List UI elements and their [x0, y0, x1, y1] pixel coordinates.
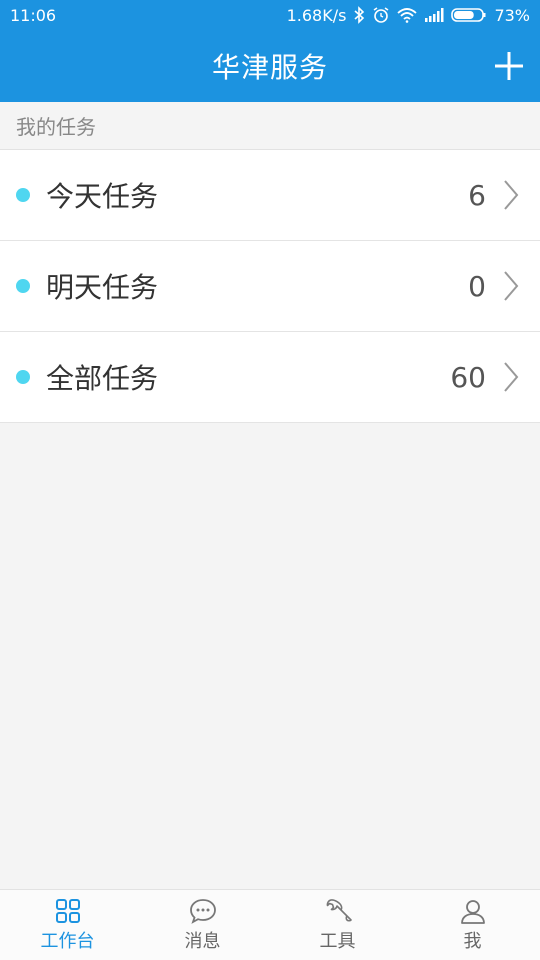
- bottom-tab-bar: 工作台 消息 工具 我: [0, 889, 540, 960]
- status-dot: [16, 188, 30, 202]
- battery-icon: [451, 8, 486, 22]
- tab-workbench[interactable]: 工作台: [0, 890, 135, 960]
- network-speed: 1.68K/s: [286, 5, 347, 25]
- chat-bubble-icon: [189, 899, 216, 924]
- section-header: 我的任务: [0, 102, 540, 150]
- status-time: 11:06: [10, 5, 57, 25]
- page-title: 华津服务: [211, 51, 328, 84]
- task-row-all[interactable]: 全部任务 60: [0, 332, 540, 423]
- battery-percent: 73%: [494, 5, 530, 25]
- task-row-tomorrow[interactable]: 明天任务 0: [0, 241, 540, 332]
- person-icon: [460, 900, 485, 924]
- task-list: 今天任务 6 明天任务 0 全部任务 60: [0, 150, 540, 423]
- task-count: 0: [468, 269, 486, 303]
- section-title: 我的任务: [16, 115, 96, 139]
- tab-tools[interactable]: 工具: [270, 890, 405, 960]
- alarm-icon: [373, 7, 389, 23]
- status-bar: 11:06 1.68K/s 73%: [0, 0, 540, 30]
- tab-label: 工具: [319, 931, 356, 952]
- tab-me[interactable]: 我: [405, 890, 540, 960]
- tab-messages[interactable]: 消息: [135, 890, 270, 960]
- task-count: 6: [468, 178, 486, 212]
- tab-label: 我: [463, 931, 482, 952]
- tab-label: 消息: [184, 931, 221, 952]
- app-bar: 华津服务: [0, 30, 540, 102]
- chevron-right-icon: [504, 180, 519, 210]
- status-dot: [16, 279, 30, 293]
- status-dot: [16, 370, 30, 384]
- chevron-right-icon: [504, 271, 519, 301]
- chevron-right-icon: [504, 362, 519, 392]
- add-button[interactable]: [492, 49, 526, 83]
- status-indicators: 1.68K/s 73%: [287, 6, 530, 25]
- task-count: 60: [450, 360, 486, 394]
- task-label: 今天任务: [46, 180, 159, 213]
- task-row-today[interactable]: 今天任务 6: [0, 150, 540, 241]
- signal-icon: [425, 8, 444, 22]
- wifi-icon: [397, 8, 418, 23]
- tab-label: 工作台: [40, 931, 95, 952]
- bluetooth-icon: [354, 6, 365, 24]
- wrench-icon: [326, 899, 352, 922]
- grid-icon: [55, 899, 80, 923]
- task-label: 明天任务: [46, 271, 159, 304]
- task-label: 全部任务: [46, 362, 159, 395]
